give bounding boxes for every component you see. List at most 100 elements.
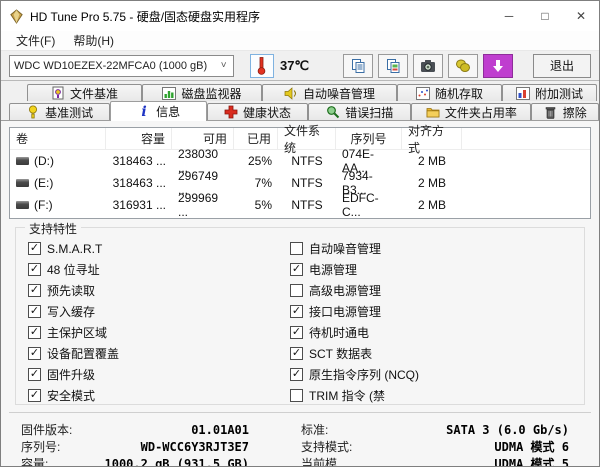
feature-item[interactable]: 安全模式 bbox=[28, 385, 290, 406]
info-row: 容量: 1000.2 gB (931.5 GB) bbox=[21, 455, 250, 467]
feature-label: 固件升级 bbox=[47, 368, 96, 382]
tab-erase[interactable]: 擦除 bbox=[531, 103, 599, 120]
drive-select-dropdown[interactable]: WDC WD10EZEX-22MFCA0 (1000 gB) ˅ bbox=[9, 54, 234, 77]
drive-icon bbox=[16, 157, 29, 165]
feature-label: 安全模式 bbox=[47, 389, 96, 403]
close-button[interactable]: ✕ bbox=[563, 1, 599, 31]
checkbox[interactable] bbox=[28, 347, 41, 360]
feature-item[interactable]: 设备配置覆盖 bbox=[28, 343, 290, 364]
feature-item[interactable]: SCT 数据表 bbox=[290, 343, 584, 364]
checkbox[interactable] bbox=[290, 284, 303, 297]
checkbox[interactable] bbox=[28, 263, 41, 276]
volume-free: 299969 ... bbox=[178, 191, 219, 219]
extra-tests-icon bbox=[515, 86, 530, 100]
checkbox[interactable] bbox=[290, 242, 303, 255]
feature-item[interactable]: 待机时通电 bbox=[290, 322, 584, 343]
checkbox[interactable] bbox=[28, 326, 41, 339]
checkbox[interactable] bbox=[290, 263, 303, 276]
tab-extra-tests[interactable]: 附加测试 bbox=[502, 84, 597, 101]
download-button[interactable] bbox=[483, 53, 514, 78]
feature-item[interactable]: 48 位寻址 bbox=[28, 259, 290, 280]
checkbox[interactable] bbox=[290, 347, 303, 360]
column-header-alignment[interactable]: 对齐方式 bbox=[402, 124, 462, 155]
drive-info-panel: 固件版本: 01.01A01 序列号: WD-WCC6Y3RJT3E7 容量: … bbox=[9, 412, 591, 466]
copy-text-button[interactable] bbox=[343, 53, 374, 78]
save-button[interactable] bbox=[448, 53, 479, 78]
volume-row[interactable]: (D:) 318463 ... 238030 ... 25% NTFS 074E… bbox=[10, 147, 590, 175]
tab-noise-management[interactable]: 自动噪音管理 bbox=[262, 84, 397, 101]
feature-item[interactable]: 高级电源管理 bbox=[290, 280, 584, 301]
feature-item[interactable]: 电源管理 bbox=[290, 259, 584, 280]
checkbox[interactable] bbox=[28, 389, 41, 402]
tab-label: 随机存取 bbox=[434, 86, 483, 101]
checkbox[interactable] bbox=[290, 305, 303, 318]
tab-file-benchmark[interactable]: 文件基准 bbox=[27, 84, 142, 101]
feature-item[interactable]: 预先读取 bbox=[28, 280, 290, 301]
tab-info[interactable]: i 信息 bbox=[110, 101, 207, 121]
info-label: 固件版本: bbox=[21, 423, 73, 437]
minimize-button[interactable]: ─ bbox=[491, 1, 527, 31]
feature-item[interactable]: 接口电源管理 bbox=[290, 301, 584, 322]
toolbar: WDC WD10EZEX-22MFCA0 (1000 gB) ˅ 37℃ 退出 bbox=[1, 51, 599, 81]
maximize-button[interactable]: □ bbox=[527, 1, 563, 31]
feature-label: 主保护区域 bbox=[47, 326, 108, 340]
column-header-serial[interactable]: 序列号 bbox=[336, 128, 402, 149]
menu-file[interactable]: 文件(F) bbox=[7, 30, 64, 51]
volume-alignment: 2 MB bbox=[417, 176, 446, 190]
drive-icon bbox=[16, 201, 29, 209]
copy-image-icon bbox=[386, 58, 400, 73]
disk-monitor-icon bbox=[162, 86, 177, 100]
info-value: SATA 3 (6.0 Gb/s) bbox=[446, 422, 569, 437]
feature-item[interactable]: TRIM 指令 (禁 bbox=[290, 385, 584, 406]
checkbox[interactable] bbox=[290, 326, 303, 339]
info-value: UDMA 模式 5 bbox=[494, 457, 569, 466]
benchmark-bulb-icon bbox=[26, 105, 40, 119]
feature-label: 接口电源管理 bbox=[309, 305, 382, 319]
volume-row[interactable]: (E:) 318463 ... 296749 ... 7% NTFS 7934-… bbox=[10, 169, 590, 197]
tab-disk-monitor[interactable]: 磁盘监视器 bbox=[142, 84, 262, 101]
exit-button[interactable]: 退出 bbox=[533, 53, 591, 78]
temperature-button[interactable] bbox=[249, 53, 274, 78]
column-header-usage[interactable]: 已用 bbox=[234, 128, 278, 149]
column-header-volume[interactable]: 卷 bbox=[10, 128, 106, 149]
tab-label: 擦除 bbox=[562, 105, 587, 120]
trash-icon bbox=[544, 105, 558, 119]
volume-letter: (D:) bbox=[34, 154, 54, 168]
feature-label: 电源管理 bbox=[309, 263, 358, 277]
checkbox[interactable] bbox=[28, 242, 41, 255]
tab-folder-usage[interactable]: 文件夹占用率 bbox=[411, 103, 532, 120]
tab-error-scan[interactable]: 错误扫描 bbox=[308, 103, 412, 120]
feature-item[interactable]: 自动噪音管理 bbox=[290, 238, 584, 259]
screenshot-button[interactable] bbox=[413, 53, 444, 78]
checkbox[interactable] bbox=[28, 284, 41, 297]
copy-image-button[interactable] bbox=[378, 53, 409, 78]
menu-help[interactable]: 帮助(H) bbox=[64, 30, 123, 51]
checkbox[interactable] bbox=[28, 305, 41, 318]
thermometer-icon bbox=[257, 57, 266, 75]
column-header-capacity[interactable]: 容量 bbox=[106, 128, 172, 149]
column-header-filesystem[interactable]: 文件系统 bbox=[278, 124, 336, 155]
checkbox[interactable] bbox=[290, 389, 303, 402]
tab-benchmark[interactable]: 基准测试 bbox=[9, 103, 111, 120]
feature-item[interactable]: 主保护区域 bbox=[28, 322, 290, 343]
feature-item[interactable]: 写入缓存 bbox=[28, 301, 290, 322]
feature-label: 写入缓存 bbox=[47, 305, 96, 319]
info-value: 1000.2 gB (931.5 GB) bbox=[104, 456, 250, 467]
volume-filesystem: NTFS bbox=[291, 154, 323, 168]
feature-item[interactable]: 原生指令序列 (NCQ) bbox=[290, 364, 584, 385]
magnifier-icon bbox=[326, 105, 340, 119]
column-header-free[interactable]: 可用 bbox=[172, 128, 234, 149]
info-label: 序列号: bbox=[21, 440, 61, 454]
checkbox[interactable] bbox=[28, 368, 41, 381]
feature-item[interactable]: 固件升级 bbox=[28, 364, 290, 385]
checkbox[interactable] bbox=[290, 368, 303, 381]
volume-row[interactable]: (F:) 316931 ... 299969 ... 5% NTFS EDFC-… bbox=[10, 191, 590, 219]
volume-usage: 25% bbox=[247, 154, 272, 168]
folder-icon bbox=[426, 105, 440, 119]
tab-health[interactable]: 健康状态 bbox=[206, 103, 309, 120]
feature-item[interactable]: S.M.A.R.T bbox=[28, 238, 290, 259]
volume-alignment: 2 MB bbox=[417, 154, 446, 168]
info-right-column: 标准: SATA 3 (6.0 Gb/s) 支持模式: UDMA 模式 6 当前… bbox=[301, 421, 569, 467]
tab-random-access[interactable]: 随机存取 bbox=[397, 84, 502, 101]
drive-icon bbox=[16, 179, 29, 187]
